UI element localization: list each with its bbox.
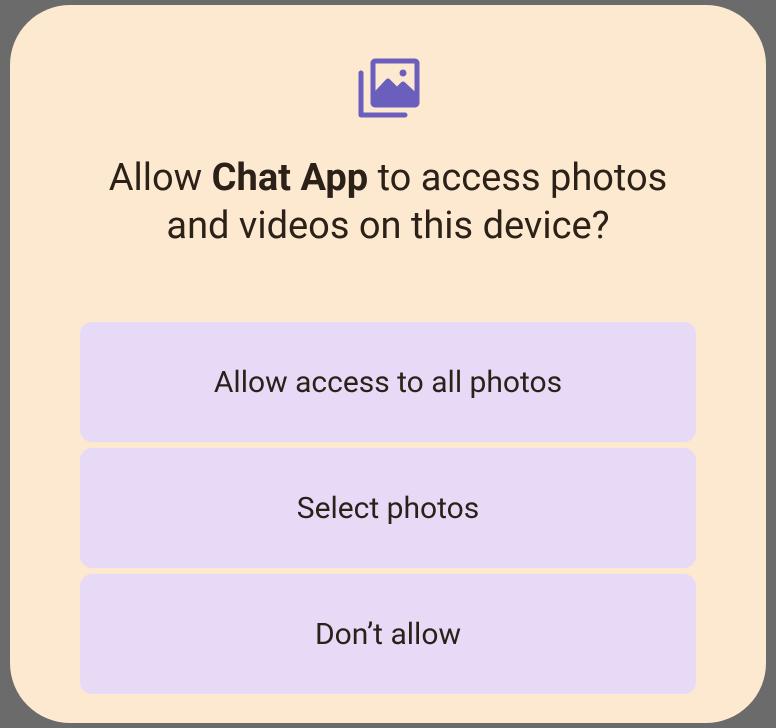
- title-app-name: Chat App: [212, 156, 368, 200]
- dialog-buttons: Allow access to all photos Select photos…: [70, 322, 706, 694]
- dont-allow-button[interactable]: Don’t allow: [80, 574, 696, 694]
- dont-allow-label: Don’t allow: [315, 617, 461, 652]
- permission-dialog: Allow Chat App to access photos and vide…: [10, 5, 766, 723]
- dialog-icon-wrap: [70, 53, 706, 127]
- select-photos-button[interactable]: Select photos: [80, 448, 696, 568]
- photos-icon: [353, 53, 423, 127]
- allow-all-button[interactable]: Allow access to all photos: [80, 322, 696, 442]
- title-prefix: Allow: [109, 156, 212, 200]
- allow-all-label: Allow access to all photos: [214, 365, 562, 400]
- dialog-title: Allow Chat App to access photos and vide…: [70, 155, 706, 250]
- select-photos-label: Select photos: [297, 491, 479, 526]
